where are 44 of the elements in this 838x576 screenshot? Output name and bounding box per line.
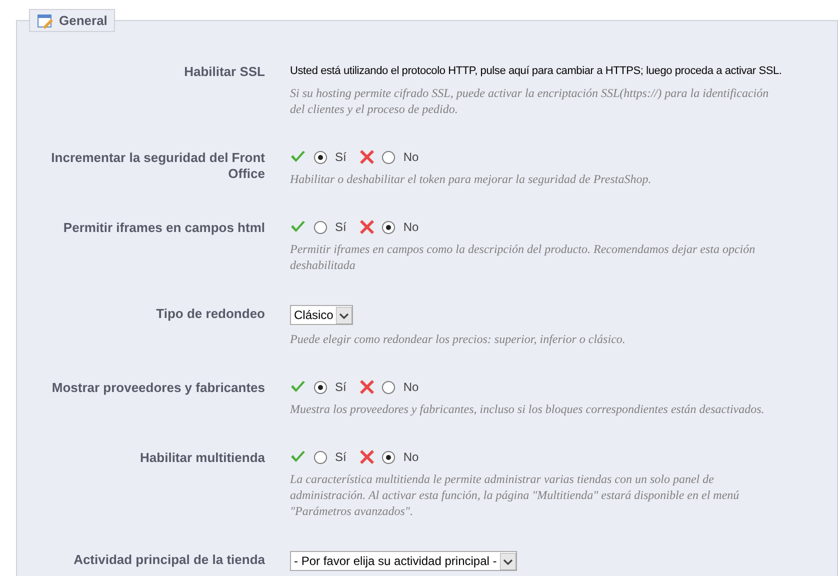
help-text: Si su hosting permite cifrado SSL, puede activar la encriptación SSL(https://) para la identificación del clientes y el proceso de pedido. [290,85,770,117]
field-label: Habilitar multitienda [139,450,265,467]
field-label: Actividad principal de la tienda [72,552,265,569]
edit-window-icon [37,12,53,28]
cross-icon [360,380,374,394]
radio-button[interactable] [314,380,327,394]
cross-icon [360,150,374,164]
field-label: Habilitar SSL [183,64,265,81]
help-text: Habilitar o deshabilitar el token para mejorar la seguridad de PrestaShop. [290,171,652,187]
radio-button[interactable] [314,150,327,164]
check-icon [290,450,306,464]
radio-label: No [403,149,419,166]
field-label: Mostrar proveedores y fabricantes [50,380,265,397]
check-icon [290,380,306,394]
check-icon [290,150,306,164]
help-text: Muestra los proveedores y fabricantes, incluso si los bloques correspondientes están desactivados. [290,401,766,417]
radio-button[interactable] [314,220,327,234]
caret-icon [336,306,352,324]
radio-label: No [403,449,419,466]
field-label: Incrementar la seguridad del Front Office [50,150,265,183]
radio-button[interactable] [314,450,327,464]
radio-label: No [403,379,419,396]
cross-icon [360,450,374,464]
field-label: Permitir iframes en campos html [62,220,265,237]
radio-label: Sí [335,379,346,396]
ssl-notice[interactable]: Usted está utilizando el protocolo HTTP, pulse aquí para cambiar a HTTPS; luego proceda a activar SSL. [290,63,782,79]
cross-icon [360,220,374,234]
dropdown-select[interactable]: - Por favor elija su actividad principal - [290,551,517,571]
radio-label: No [403,219,419,236]
radio-label: Sí [335,219,346,236]
field-label: Tipo de redondeo [155,306,265,323]
radio-label: Sí [335,449,346,466]
caret-icon [500,552,516,570]
radio-button[interactable] [382,450,396,464]
dropdown-select[interactable]: Clásico [290,305,354,325]
radio-button[interactable] [382,220,396,234]
radio-button[interactable] [382,380,396,394]
help-text: Permitir iframes en campos como la descripción del producto. Recomendamos dejar esta opción deshabilitada [290,241,756,273]
help-text: La característica multitienda le permite administrar varias tiendas con un solo panel de administración. Al activar esta función, la página "Multitienda" estará disponible en el menú "Parámetros avanzados". [290,471,740,519]
radio-button[interactable] [382,150,396,164]
legend-title: General [59,12,108,30]
radio-label: Sí [335,149,346,166]
help-text: Puede elegir como redondear los precios: superior, inferior o clásico. [290,331,626,347]
check-icon [290,220,306,234]
